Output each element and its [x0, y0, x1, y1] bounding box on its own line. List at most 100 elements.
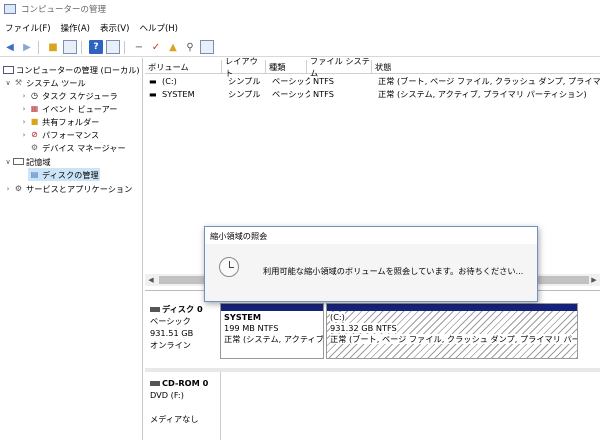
tree-item-performance[interactable]: › ⊘ パフォーマンス: [20, 128, 100, 141]
cdrom0-label[interactable]: CD-ROM 0 DVD (F:) メディアなし: [150, 377, 220, 425]
tree-item-task-scheduler[interactable]: › ◷ タスク スケジューラ: [20, 89, 118, 102]
help-icon[interactable]: ?: [89, 40, 103, 54]
navigation-tree: コンピューターの管理 (ローカル) ∨ ⚒ システム ツール › ◷ タスク ス…: [0, 58, 143, 440]
scroll-left-icon[interactable]: ◀: [145, 276, 157, 284]
tree-item-root[interactable]: コンピューターの管理 (ローカル): [2, 63, 140, 76]
properties-icon[interactable]: [106, 40, 120, 54]
back-arrow-icon[interactable]: ◀: [3, 40, 17, 54]
show-hide-tree-icon[interactable]: [63, 40, 77, 54]
disk-status: メディアなし: [150, 414, 199, 424]
tree-item-services[interactable]: › ⚙ サービスとアプリケーション: [4, 182, 133, 195]
search-icon[interactable]: ⚲: [183, 40, 197, 54]
tree-item-storage[interactable]: ∨ 記憶域: [4, 155, 51, 168]
tree-item-shared-folders[interactable]: › ■ 共有フォルダー: [20, 115, 100, 128]
connect-icon[interactable]: −: [132, 40, 146, 54]
table-cell: 正常 (システム, アクティブ, プライマリ パーティション): [378, 89, 587, 99]
device-manager-icon: ⚙: [30, 143, 39, 152]
event-log-icon: ▦: [30, 104, 39, 113]
toolbar-separator: [124, 40, 125, 54]
table-row[interactable]: ▬ (C:) シンプル ベーシック NTFS 正常 (ブート, ページ ファイル…: [145, 75, 600, 87]
title-bar: コンピューターの管理: [0, 0, 600, 18]
menu-file[interactable]: ファイル(F): [0, 22, 56, 34]
tree-item-label: コンピューターの管理 (ローカル): [16, 64, 140, 75]
cdrom-icon: [150, 380, 160, 386]
computer-icon: [3, 65, 14, 74]
toolbar: ◀ ▶ ■ ? − ✓ ▲ ⚲: [0, 38, 600, 57]
table-cell: SYSTEM: [162, 89, 195, 99]
tree-item-device-manager[interactable]: ⚙ デバイス マネージャー: [28, 141, 126, 154]
partition-name: (C:): [330, 312, 345, 322]
partition-bar: [327, 304, 577, 311]
clock-icon: [219, 257, 239, 277]
chevron-right-icon[interactable]: ›: [20, 118, 28, 126]
partition-status: 正常 (ブート, ページ ファイル, クラッシュ ダンプ, プライマリ パーティ…: [330, 334, 577, 344]
tree-item-label: デバイス マネージャー: [42, 142, 126, 153]
table-cell: NTFS: [313, 76, 334, 86]
table-cell: シンプル: [228, 76, 261, 86]
dialog-message: 利用可能な縮小領域のボリュームを照会しています。お待ちください...: [263, 266, 524, 276]
storage-icon: [13, 158, 24, 165]
table-cell: シンプル: [228, 89, 261, 99]
chevron-right-icon[interactable]: ›: [20, 105, 28, 113]
check-icon[interactable]: ✓: [149, 40, 163, 54]
chevron-right-icon[interactable]: ›: [20, 131, 28, 139]
partition-name: SYSTEM: [224, 312, 262, 322]
chevron-right-icon[interactable]: ›: [4, 185, 12, 193]
toolbar-separator: [81, 40, 82, 54]
chevron-down-icon[interactable]: ∨: [4, 158, 12, 166]
disk-size: 931.51 GB: [150, 328, 194, 338]
menu-view[interactable]: 表示(V): [95, 22, 134, 34]
disk-type: ベーシック: [150, 316, 191, 326]
partition-bar: [221, 304, 323, 311]
disk-icon: [150, 306, 160, 312]
tree-item-system-tools[interactable]: ∨ ⚒ システム ツール: [4, 76, 85, 89]
scroll-right-icon[interactable]: ▶: [588, 276, 600, 284]
partition-c[interactable]: (C:) 931.32 GB NTFS 正常 (ブート, ページ ファイル, ク…: [326, 303, 578, 359]
cdrom-unallocated-area: [220, 372, 600, 440]
disk-type: DVD (F:): [150, 390, 184, 400]
disk0-label[interactable]: ディスク 0 ベーシック 931.51 GB オンライン: [150, 303, 220, 351]
tree-item-label: サービスとアプリケーション: [26, 183, 133, 194]
volume-icon: ▬: [149, 76, 157, 86]
tree-item-label: 記憶域: [26, 156, 51, 167]
dialog-body: 利用可能な縮小領域のボリュームを照会しています。お待ちください...: [205, 244, 537, 301]
tree-item-label: イベント ビューアー: [42, 103, 118, 114]
tree-item-label: タスク スケジューラ: [42, 90, 118, 101]
disk-management-icon: ▤: [30, 170, 39, 179]
menu-help[interactable]: ヘルプ(H): [134, 22, 183, 34]
disk-status: オンライン: [150, 340, 191, 350]
window-title: コンピューターの管理: [21, 5, 107, 15]
disk-name: CD-ROM 0: [162, 378, 209, 388]
tree-item-event-viewer[interactable]: › ▦ イベント ビューアー: [20, 102, 118, 115]
menu-action[interactable]: 操作(A): [56, 22, 95, 34]
partition-status: 正常 (システム, アクティブ,: [224, 334, 324, 344]
column-header-type[interactable]: 種類: [266, 60, 307, 73]
column-header-volume[interactable]: ボリューム: [145, 60, 222, 73]
up-folder-icon[interactable]: ■: [46, 40, 60, 54]
table-row[interactable]: ▬ SYSTEM シンプル ベーシック NTFS 正常 (システム, アクティブ…: [145, 88, 600, 100]
clock-icon: ◷: [31, 91, 38, 100]
menu-bar: ファイル(F) 操作(A) 表示(V) ヘルプ(H): [0, 19, 600, 37]
table-cell: 正常 (ブート, ページ ファイル, クラッシュ ダンプ, プライマリ パーティ: [378, 76, 600, 86]
partition-size: 199 MB NTFS: [224, 323, 279, 333]
column-header-status[interactable]: 状態: [372, 60, 600, 73]
table-cell: NTFS: [313, 89, 334, 99]
shrink-query-dialog: 縮小領域の照会 利用可能な縮小領域のボリュームを照会しています。お待ちください.…: [204, 226, 538, 302]
column-header-layout[interactable]: レイアウト: [222, 56, 266, 78]
rescan-icon[interactable]: ▲: [166, 40, 180, 54]
column-header-filesystem[interactable]: ファイル システム: [307, 56, 372, 78]
tree-item-label: 共有フォルダー: [42, 116, 100, 127]
disk-name: ディスク 0: [162, 304, 203, 314]
view-icon[interactable]: [200, 40, 214, 54]
tree-item-label: パフォーマンス: [42, 129, 100, 140]
forward-arrow-icon[interactable]: ▶: [20, 40, 34, 54]
chevron-right-icon[interactable]: ›: [20, 92, 28, 100]
chevron-down-icon[interactable]: ∨: [4, 79, 12, 87]
volume-icon: ▬: [149, 89, 157, 99]
tools-icon: ⚒: [14, 78, 23, 87]
tree-item-disk-management[interactable]: ▤ ディスクの管理: [28, 168, 100, 181]
tree-item-label: ディスクの管理: [42, 169, 99, 180]
volume-list-header: ボリューム レイアウト 種類 ファイル システム 状態: [145, 56, 600, 78]
partition-system[interactable]: SYSTEM 199 MB NTFS 正常 (システム, アクティブ,: [220, 303, 324, 359]
disk-map-pane: ディスク 0 ベーシック 931.51 GB オンライン SYSTEM 199 …: [145, 290, 600, 440]
